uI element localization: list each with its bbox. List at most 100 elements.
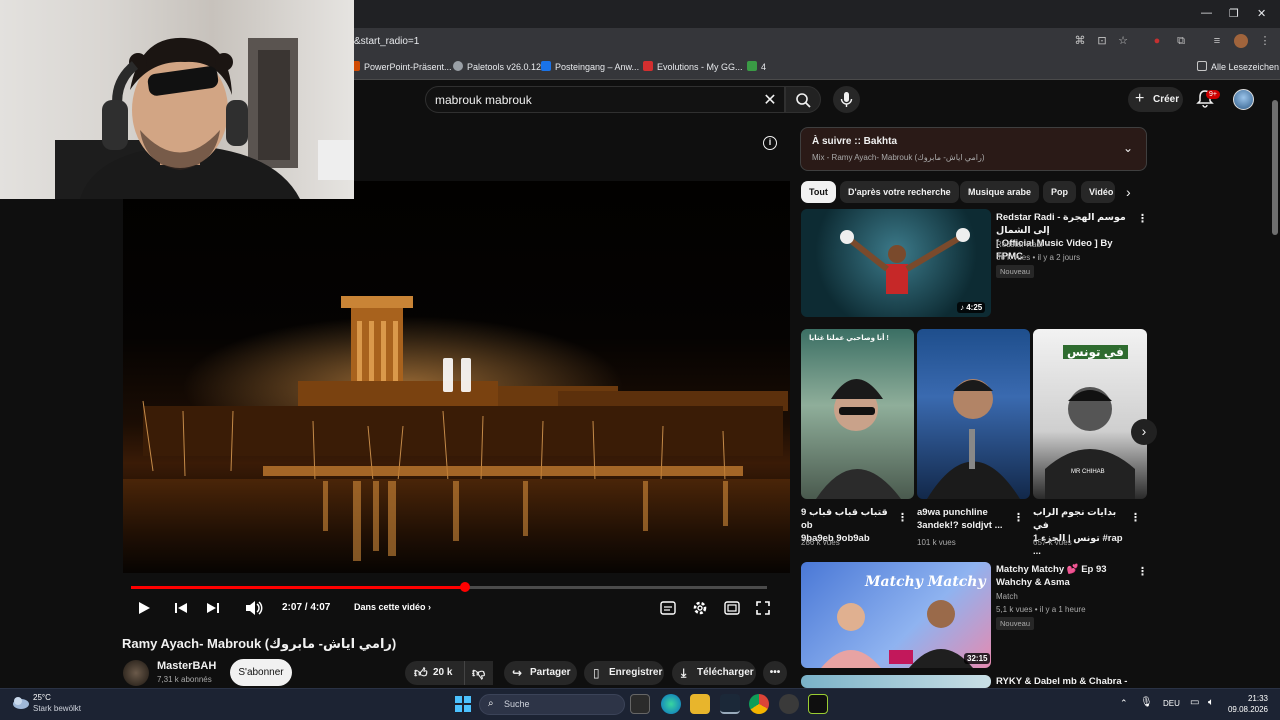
extension-icon[interactable]: ●	[1150, 34, 1164, 48]
more-vertical-icon[interactable]: ⋮	[897, 511, 908, 524]
channel-name[interactable]: MasterBAH	[157, 660, 216, 672]
voice-search-button[interactable]	[833, 86, 860, 113]
terminal-app-icon[interactable]	[808, 694, 828, 714]
app-icon[interactable]	[779, 694, 799, 714]
account-avatar[interactable]	[1233, 89, 1254, 110]
chip-pop[interactable]: Pop	[1043, 181, 1076, 203]
microphone-tray-icon[interactable]: 🎙︎	[1140, 697, 1153, 708]
chip-recherche[interactable]: D'après votre recherche	[840, 181, 959, 203]
chips-chevron-right-icon[interactable]: ›	[1126, 184, 1131, 200]
more-actions-button[interactable]: •••	[763, 661, 787, 685]
up-next-panel[interactable]: À suivre :: Bakhta Mix - Ramy Ayach- Mab…	[800, 127, 1147, 171]
search-icon	[796, 93, 811, 108]
translate-icon[interactable]: ⌘	[1073, 34, 1087, 48]
restore-icon[interactable]: ❐	[1229, 7, 1239, 20]
taskbar-search-label: Suche	[504, 699, 530, 709]
settings-gear-icon[interactable]	[692, 600, 708, 616]
bookmark-label: PowerPoint-Präsent...	[364, 62, 452, 72]
steam-icon[interactable]	[720, 694, 740, 714]
previous-icon[interactable]	[174, 601, 188, 615]
all-bookmarks[interactable]: Alle Lesezeichen	[1197, 61, 1279, 72]
dislike-button[interactable]: 👎︎	[464, 661, 493, 685]
page-scrollbar[interactable]	[1272, 90, 1278, 690]
theater-mode-icon[interactable]	[724, 601, 740, 615]
subscribe-button[interactable]: S'abonner	[230, 659, 292, 686]
subtitles-icon[interactable]	[660, 601, 676, 615]
volume-tray-icon[interactable]: 🔈︎	[1208, 697, 1214, 708]
profile-avatar-icon[interactable]	[1234, 34, 1248, 48]
video-title[interactable]: RYKY & Dabel mb & Chabra -	[996, 675, 1136, 688]
clock-time[interactable]: 21:33	[1236, 694, 1268, 703]
next-icon[interactable]	[206, 601, 220, 615]
channel-name[interactable]: Match	[996, 592, 1018, 601]
clear-search-icon[interactable]: ✕	[762, 90, 778, 110]
play-icon[interactable]	[137, 601, 151, 615]
save-button[interactable]: ▯ Enregistrer	[584, 661, 664, 685]
pause-overlay-icon[interactable]	[443, 358, 471, 392]
bookmark-item[interactable]: Paletools v26.0.12	[453, 61, 541, 72]
browser-menu-icon[interactable]: ⋮	[1258, 34, 1272, 48]
address-url[interactable]: &start_radio=1	[354, 36, 419, 47]
media-controls-icon[interactable]: ≡	[1210, 34, 1224, 48]
extensions-puzzle-icon[interactable]: ⧉	[1174, 34, 1188, 48]
tray-chevron-up-icon[interactable]: ⌃	[1120, 698, 1128, 709]
short-thumbnail[interactable]: في تونس MR CHIHAB	[1033, 329, 1147, 499]
video-thumbnail[interactable]	[801, 675, 991, 688]
install-app-icon[interactable]: ⊡	[1095, 34, 1109, 48]
minimize-icon[interactable]: —	[1201, 7, 1212, 19]
shorts-next-arrow-icon[interactable]: ›	[1131, 419, 1157, 445]
chapter-button[interactable]: Dans cette vidéo ›	[354, 602, 431, 612]
taskbar-search[interactable]: ⌕ Suche	[479, 694, 625, 715]
create-button[interactable]: + Créer	[1128, 87, 1183, 112]
task-view-icon[interactable]	[630, 694, 650, 714]
chip-tout[interactable]: Tout	[801, 181, 836, 203]
progress-bar[interactable]	[131, 582, 767, 592]
windows-start-icon[interactable]	[455, 696, 471, 712]
short-thumbnail[interactable]: أنا وصاحبي عملنا غنايا !	[801, 329, 914, 499]
video-thumbnail[interactable]: Matchy Matchy 32:15	[801, 562, 991, 668]
title-line: 9 قتباب قباب قباب ob	[801, 507, 888, 531]
chip-video[interactable]: Vidéo	[1081, 181, 1115, 203]
bookmark-item[interactable]: Posteingang – Anw...	[541, 61, 639, 72]
search-box[interactable]	[425, 86, 785, 113]
more-vertical-icon[interactable]: ⋮	[1137, 212, 1148, 225]
volume-icon[interactable]	[245, 600, 263, 616]
input-language[interactable]: DEU	[1163, 699, 1180, 708]
channel-name[interactable]: Redstar Radi ✔	[996, 240, 1052, 249]
search-button[interactable]	[785, 86, 821, 113]
bookmark-star-icon[interactable]: ☆	[1116, 34, 1130, 48]
clock-date[interactable]: 09.08.2026	[1222, 705, 1268, 714]
video-thumbnail[interactable]: ♪ 4:25	[801, 209, 991, 317]
progress-scrubber[interactable]	[459, 582, 470, 592]
edge-browser-icon[interactable]	[661, 694, 681, 714]
chevron-down-icon[interactable]: ⌄	[1123, 141, 1133, 155]
video-title[interactable]: Matchy Matchy 💕 Ep 93 Wahchy & Asma	[996, 563, 1136, 589]
chevron-right-icon: ›	[428, 602, 432, 612]
file-explorer-icon[interactable]	[690, 694, 710, 714]
weather-temperature[interactable]: 25°C	[33, 693, 51, 702]
download-button[interactable]: ⤓ Télécharger	[672, 661, 756, 685]
bookmark-item[interactable]: PowerPoint-Präsent...	[350, 61, 452, 72]
bookmark-label: Posteingang – Anw...	[555, 62, 640, 72]
cloud-weather-icon[interactable]	[10, 694, 30, 710]
chrome-icon[interactable]	[749, 694, 769, 714]
more-vertical-icon[interactable]: ⋮	[1130, 511, 1141, 524]
short-title[interactable]: a9wa punchline 3andek!? soldjvt ...	[917, 506, 1009, 532]
info-icon[interactable]: i	[763, 136, 777, 150]
chip-musique-arabe[interactable]: Musique arabe	[960, 181, 1040, 203]
more-vertical-icon[interactable]: ⋮	[1137, 565, 1148, 578]
video-meta: 66 k vues • il y a 2 jours	[996, 253, 1081, 262]
bookmark-item[interactable]: 4	[747, 61, 766, 72]
share-button[interactable]: ↪ Partager	[504, 661, 577, 685]
channel-avatar[interactable]	[123, 660, 149, 686]
scrollbar-thumb[interactable]	[1272, 100, 1278, 235]
weather-description[interactable]: Stark bewölkt	[33, 704, 81, 713]
short-title[interactable]: بدايات نجوم الراب في 1 تونس | الجزء #rap …	[1033, 506, 1127, 558]
more-vertical-icon[interactable]: ⋮	[1013, 511, 1024, 524]
short-thumbnail[interactable]	[917, 329, 1030, 499]
close-window-icon[interactable]: ✕	[1257, 7, 1266, 20]
fullscreen-icon[interactable]	[756, 601, 770, 615]
bookmark-item[interactable]: Evolutions - My GG...	[643, 61, 743, 72]
search-input[interactable]	[435, 93, 735, 107]
network-icon[interactable]: ▭	[1190, 697, 1199, 708]
